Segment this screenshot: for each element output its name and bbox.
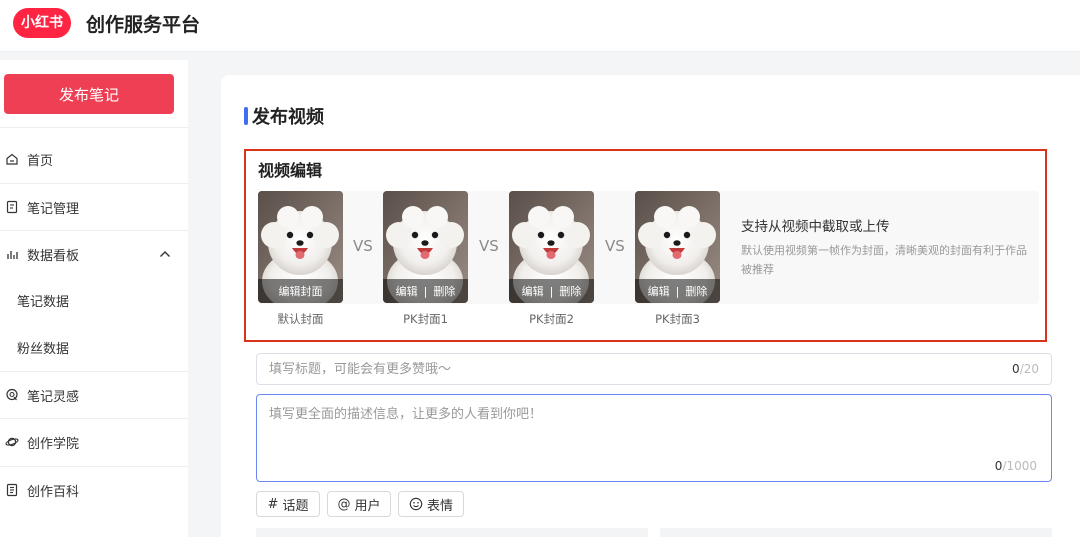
sidebar-item-note-manage[interactable]: 笔记管理 <box>0 184 188 230</box>
cover-caption: PK封面2 <box>529 312 574 326</box>
cover-caption: PK封面1 <box>403 312 448 326</box>
app-title: 创作服务平台 <box>86 14 201 36</box>
title-char-counter: 0/20 <box>1012 362 1039 376</box>
home-icon <box>5 152 19 166</box>
publish-video-panel: 发布视频 视频编辑 编辑封面 VS 编辑 | 删除 VS 编辑 | 删除 VS … <box>221 75 1080 537</box>
vs-label: VS <box>605 237 625 255</box>
sidebar-subitem-fan-data[interactable]: 粉丝数据 <box>0 324 188 370</box>
delete-button[interactable]: 删除 <box>433 283 455 299</box>
sidebar-item-inspiration[interactable]: 笔记灵感 <box>0 372 188 418</box>
delete-button[interactable]: 删除 <box>559 283 581 299</box>
emoji-button[interactable]: 表情 <box>398 491 464 517</box>
bulb-icon <box>5 388 19 402</box>
vs-label: VS <box>479 237 499 255</box>
sidebar-item-home[interactable]: 首页 <box>0 136 188 182</box>
description-input[interactable] <box>269 403 1039 453</box>
cover-action-bar: 编辑 | 删除 <box>509 279 594 303</box>
separator: | <box>423 284 428 298</box>
mention-button-label: 用户 <box>354 498 381 514</box>
edit-cover-button[interactable]: 编辑封面 <box>279 283 323 299</box>
sidebar: 发布笔记 首页 笔记管理 数据看板 笔记数据 粉丝数据 笔记灵感 创作学院 创作… <box>0 60 188 537</box>
divider <box>0 127 188 128</box>
hash-icon: # <box>267 496 279 512</box>
sidebar-item-label: 笔记管理 <box>27 201 80 217</box>
description-char-counter: 0/1000 <box>994 459 1037 473</box>
option-card <box>660 528 1052 537</box>
sidebar-subitem-note-data[interactable]: 笔记数据 <box>0 277 188 323</box>
vs-label: VS <box>353 237 373 255</box>
title-input[interactable] <box>269 361 1013 377</box>
edit-button[interactable]: 编辑 <box>522 283 544 299</box>
chevron-up-icon[interactable] <box>158 247 172 261</box>
note-icon <box>5 200 19 214</box>
topic-button[interactable]: # 话题 <box>256 491 320 517</box>
video-edit-section: 视频编辑 编辑封面 VS 编辑 | 删除 VS 编辑 | 删除 VS 编辑 | … <box>244 149 1047 342</box>
option-card <box>256 528 648 537</box>
planet-icon <box>5 435 19 449</box>
sidebar-item-academy[interactable]: 创作学院 <box>0 419 188 465</box>
separator: | <box>549 284 554 298</box>
sidebar-item-label: 笔记灵感 <box>27 389 80 405</box>
publish-note-button[interactable]: 发布笔记 <box>4 74 174 114</box>
page-title-text: 发布视频 <box>252 107 324 128</box>
bar-chart-icon <box>5 247 19 261</box>
app-logo[interactable]: 小红书 <box>13 8 71 38</box>
sidebar-item-label: 创作百科 <box>27 484 80 500</box>
cover-action-bar: 编辑 | 删除 <box>635 279 720 303</box>
title-accent-bar <box>244 107 248 125</box>
cover-caption: 默认封面 <box>277 312 324 326</box>
at-icon: @ <box>337 496 351 512</box>
emoji-button-label: 表情 <box>426 498 453 514</box>
cover-action-bar: 编辑 | 删除 <box>383 279 468 303</box>
top-bar: 小红书 创作服务平台 <box>0 0 1080 52</box>
description-field[interactable]: 0/1000 <box>256 394 1052 482</box>
separator: | <box>675 284 680 298</box>
sidebar-item-label: 笔记数据 <box>17 294 70 310</box>
sidebar-item-label: 数据看板 <box>27 248 80 264</box>
cover-hint-title: 支持从视频中截取或上传 <box>741 219 890 235</box>
cover-thumbnail-default[interactable]: 编辑封面 <box>258 191 343 303</box>
video-edit-label: 视频编辑 <box>258 161 323 180</box>
cover-thumbnail-pk3[interactable]: 编辑 | 删除 <box>635 191 720 303</box>
cover-caption: PK封面3 <box>655 312 700 326</box>
sidebar-item-label: 粉丝数据 <box>17 341 70 357</box>
edit-button[interactable]: 编辑 <box>648 283 670 299</box>
sidebar-item-data-board[interactable]: 数据看板 <box>0 231 188 277</box>
topic-button-label: 话题 <box>282 498 309 514</box>
delete-button[interactable]: 删除 <box>685 283 707 299</box>
cover-strip: 编辑封面 VS 编辑 | 删除 VS 编辑 | 删除 VS 编辑 | 删除 默认… <box>258 191 1039 326</box>
cover-thumbnail-pk1[interactable]: 编辑 | 删除 <box>383 191 468 303</box>
smiley-icon <box>409 497 423 511</box>
book-icon <box>5 483 19 497</box>
edit-button[interactable]: 编辑 <box>396 283 418 299</box>
sidebar-item-label: 首页 <box>27 153 54 169</box>
mention-user-button[interactable]: @ 用户 <box>327 491 391 517</box>
title-field[interactable]: 0/20 <box>256 353 1052 385</box>
sidebar-item-label: 创作学院 <box>27 436 80 452</box>
cover-action-bar: 编辑封面 <box>258 279 343 303</box>
cover-thumbnail-pk2[interactable]: 编辑 | 删除 <box>509 191 594 303</box>
page-title: 发布视频 <box>244 103 324 129</box>
sidebar-item-encyclopedia[interactable]: 创作百科 <box>0 467 188 513</box>
cover-hint-text: 默认使用视频第一帧作为封面，清晰美观的封面有利于作品被推荐 <box>741 244 1027 276</box>
